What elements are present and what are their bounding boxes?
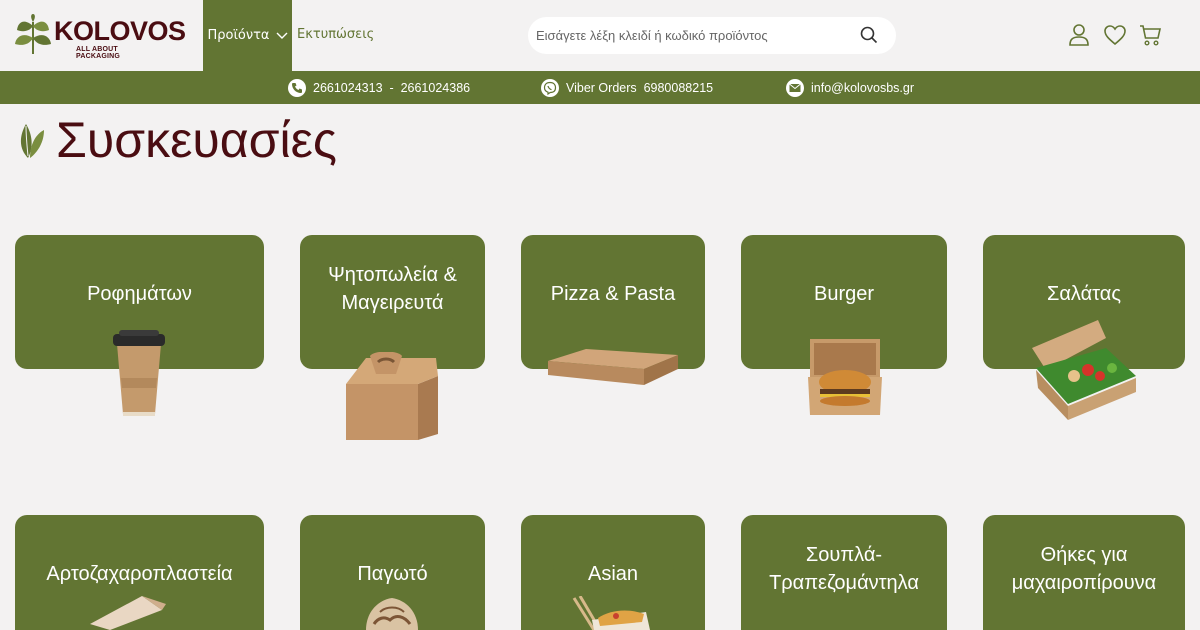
contact-phone[interactable]: 2661024313 - 2661024386 bbox=[288, 71, 470, 104]
category-label: Burger bbox=[813, 283, 875, 305]
salad-box-image bbox=[1032, 320, 1136, 420]
contact-viber-text: Viber Orders 6980088215 bbox=[566, 80, 714, 95]
noodle-box-image bbox=[572, 596, 650, 630]
search-icon[interactable] bbox=[860, 26, 878, 44]
contact-phone-text: 2661024313 - 2661024386 bbox=[313, 80, 471, 95]
category-label: Σαλάτας bbox=[1046, 283, 1121, 305]
site-header: KOLOVOS ALL ABOUT PACKAGING Προϊόντα Εκτ… bbox=[0, 0, 1200, 71]
kraft-pizza-box-image bbox=[548, 349, 678, 385]
category-label: Θήκες για μαχαιροπίρουνα bbox=[1011, 544, 1157, 594]
category-label: Ροφημάτων bbox=[87, 283, 192, 305]
brand-tagline: ALL ABOUT PACKAGING bbox=[76, 46, 121, 60]
search-box bbox=[528, 17, 896, 54]
contact-email[interactable]: info@kolovosbs.gr bbox=[786, 71, 914, 104]
kraft-handle-box-image bbox=[346, 352, 438, 440]
cart-icon[interactable] bbox=[1139, 23, 1163, 47]
contact-email-text: info@kolovosbs.gr bbox=[811, 80, 915, 95]
brand-name: KOLOVOS bbox=[54, 16, 186, 46]
contact-viber[interactable]: Viber Orders 6980088215 bbox=[541, 71, 713, 104]
ice-cream-cup-image bbox=[366, 598, 418, 630]
nav-item-products-label: Προϊόντα bbox=[207, 28, 270, 43]
kolovos-logo[interactable]: KOLOVOS ALL ABOUT PACKAGING bbox=[14, 14, 186, 60]
leaf-icon bbox=[20, 124, 44, 158]
nav-item-products[interactable]: Προϊόντα bbox=[203, 0, 292, 71]
category-label: Παγωτό bbox=[357, 563, 428, 585]
contact-bar: 2661024313 - 2661024386 Viber Orders 698… bbox=[0, 71, 1200, 104]
pastry-box-image bbox=[90, 596, 166, 630]
burger-box-image bbox=[808, 339, 882, 415]
paper-coffee-cup-image bbox=[113, 330, 165, 416]
category-label: Σουπλά- Τραπεζομάντηλα bbox=[769, 544, 919, 594]
user-icon[interactable] bbox=[1067, 23, 1091, 47]
category-card-cutlery-sleeves[interactable]: Θήκες για μαχαιροπίρουνα bbox=[983, 515, 1185, 630]
category-card-grill-cooked[interactable]: Ψητοπωλεία & Μαγειρευτά bbox=[300, 235, 485, 369]
phone-icon bbox=[288, 78, 306, 97]
category-label: Ψητοπωλεία & Μαγειρευτά bbox=[328, 264, 457, 314]
heart-icon[interactable] bbox=[1103, 23, 1127, 47]
leaf-logo-icon bbox=[15, 14, 51, 55]
search-input[interactable] bbox=[536, 17, 846, 54]
email-icon bbox=[786, 78, 804, 97]
category-card-placemats[interactable]: Σουπλά- Τραπεζομάντηλα bbox=[741, 515, 947, 630]
category-label: Asian bbox=[587, 563, 639, 585]
chevron-down-icon bbox=[276, 32, 287, 39]
nav-item-printing[interactable]: Εκτυπώσεις bbox=[297, 27, 374, 42]
category-label: Αρτοζαχαροπλαστεία bbox=[46, 563, 233, 585]
category-label: Pizza & Pasta bbox=[550, 283, 676, 305]
viber-icon bbox=[541, 78, 559, 97]
page-title: Συσκευασίες bbox=[56, 112, 338, 168]
